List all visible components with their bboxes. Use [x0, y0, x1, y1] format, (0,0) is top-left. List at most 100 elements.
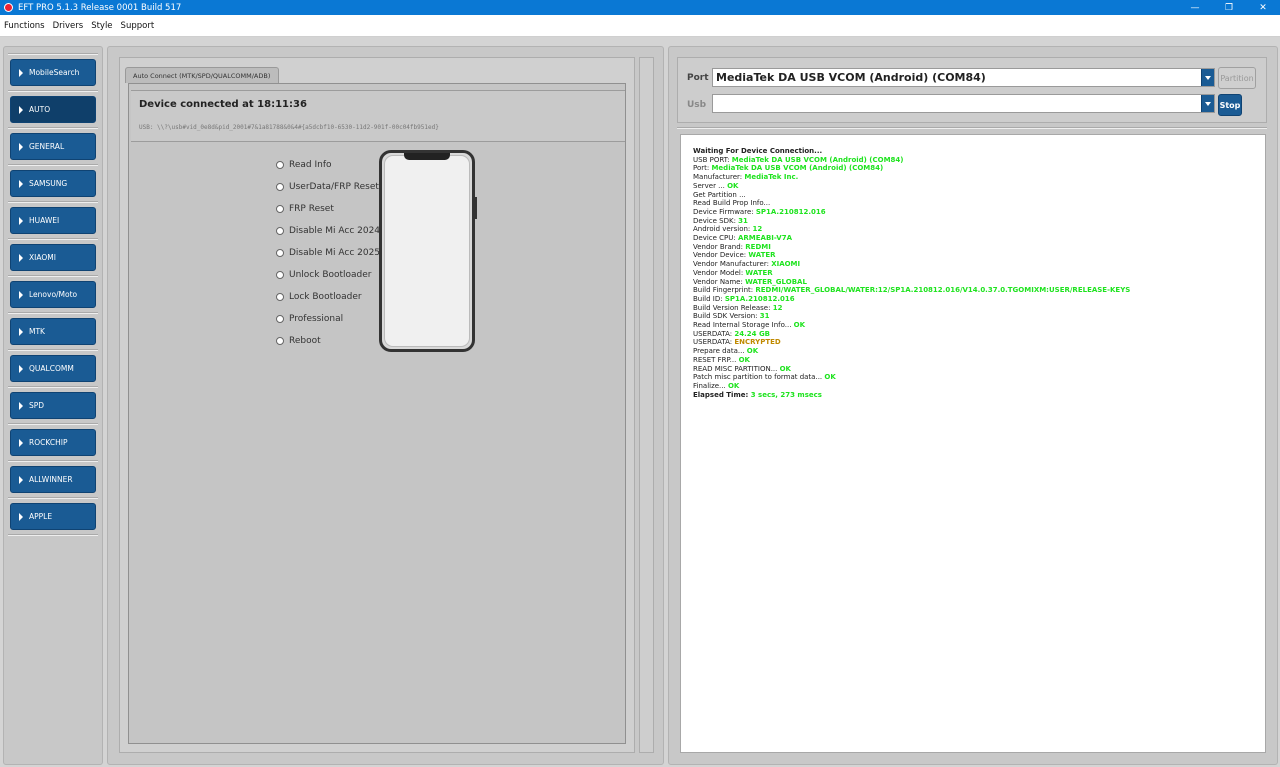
option-userdata-frp-reset[interactable]: UserData/FRP Reset [276, 176, 386, 198]
sidebar-item-label: QUALCOMM [29, 364, 74, 373]
radio-button[interactable] [276, 315, 284, 323]
sidebar-item-label: AUTO [29, 105, 51, 114]
stop-button[interactable]: Stop [1218, 94, 1242, 116]
chevron-down-icon[interactable] [1201, 95, 1214, 112]
radio-button[interactable] [276, 183, 284, 191]
radio-button[interactable] [276, 249, 284, 257]
sidebar-separator [8, 164, 98, 166]
log-key: Vendor Model: [693, 268, 746, 277]
menu-support[interactable]: Support [121, 21, 155, 31]
device-connected-title: Device connected at 18:11:36 [139, 99, 307, 110]
log-key: USB PORT: [693, 155, 732, 164]
log-value: WATER [748, 251, 776, 260]
option-label: UserData/FRP Reset [289, 182, 379, 192]
log-value: MediaTek DA USB VCOM (Android) (COM84) [711, 164, 884, 173]
option-unlock-bootloader[interactable]: Unlock Bootloader [276, 264, 386, 286]
partition-button[interactable]: Partition [1218, 67, 1256, 89]
log-output[interactable]: Waiting For Device Connection... USB PORT… [680, 134, 1266, 753]
log-line: Server ... OK [693, 182, 1265, 191]
center-scrollbar[interactable] [639, 57, 654, 753]
sidebar-item-label: APPLE [29, 512, 53, 521]
sidebar-item-samsung[interactable]: SAMSUNG [10, 170, 96, 197]
log-value: 12 [772, 303, 783, 312]
option-label: Disable Mi Acc 2025 [289, 248, 381, 258]
sidebar-separator [8, 460, 98, 462]
sidebar-item-lenovo-moto[interactable]: Lenovo/Moto [10, 281, 96, 308]
sidebar-separator [8, 53, 98, 55]
usb-combobox[interactable] [712, 94, 1215, 113]
log-line: Device SDK: 31 [693, 217, 1265, 226]
sidebar-item-mtk[interactable]: MTK [10, 318, 96, 345]
log-value: SP1A.210812.016 [724, 294, 795, 303]
log-key: Vendor Brand: [693, 242, 746, 251]
phone-illustration [379, 150, 477, 352]
log-key: Android version: [693, 225, 753, 234]
log-key: Read Internal Storage Info... [693, 321, 794, 330]
sidebar-item-auto[interactable]: AUTO [10, 96, 96, 123]
triangle-right-icon [19, 216, 23, 225]
log-line: USERDATA: 24.24 GB [693, 330, 1265, 339]
log-line: Waiting For Device Connection... [693, 147, 1265, 156]
port-selector: Port MediaTek DA USB VCOM (Android) (COM… [677, 57, 1267, 123]
sidebar-item-spd[interactable]: SPD [10, 392, 96, 419]
radio-button[interactable] [276, 161, 284, 169]
log-key: Device SDK: [693, 216, 739, 225]
chevron-down-icon[interactable] [1201, 69, 1214, 86]
option-frp-reset[interactable]: FRP Reset [276, 198, 386, 220]
menu-bar: Functions Drivers Style Support [0, 15, 1280, 37]
option-label: FRP Reset [289, 204, 334, 214]
sidebar-item-general[interactable]: GENERAL [10, 133, 96, 160]
log-line: Build Fingerprint: REDMI/WATER_GLOBAL/WA… [693, 286, 1265, 295]
phone-side-key [475, 197, 477, 219]
radio-button[interactable] [276, 205, 284, 213]
menu-drivers[interactable]: Drivers [53, 21, 84, 31]
log-key: Build SDK Version: [693, 312, 760, 321]
sidebar-item-mobilesearch[interactable]: MobileSearch [10, 59, 96, 86]
log-value: OK [727, 181, 739, 190]
auto-connect-body: Device connected at 18:11:36 USB: \\?\us… [128, 83, 626, 744]
log-line: Vendor Manufacturer: XIAOMI [693, 260, 1265, 269]
log-line: Vendor Brand: REDMI [693, 243, 1265, 252]
sidebar-separator [8, 127, 98, 129]
triangle-right-icon [19, 364, 23, 373]
option-professional[interactable]: Professional [276, 308, 386, 330]
sidebar-item-apple[interactable]: APPLE [10, 503, 96, 530]
option-disable-mi-acc-2025[interactable]: Disable Mi Acc 2025 [276, 242, 386, 264]
sidebar-item-xiaomi[interactable]: XIAOMI [10, 244, 96, 271]
log-line: Patch misc partition to format data... O… [693, 373, 1265, 382]
option-read-info[interactable]: Read Info [276, 154, 386, 176]
log-value: MediaTek Inc. [744, 173, 799, 182]
port-label: Port [687, 73, 709, 83]
log-line: Device Firmware: SP1A.210812.016 [693, 208, 1265, 217]
option-reboot[interactable]: Reboot [276, 330, 386, 352]
minimize-icon[interactable]: — [1178, 0, 1212, 15]
sidebar-item-allwinner[interactable]: ALLWINNER [10, 466, 96, 493]
sidebar-item-label: GENERAL [29, 142, 65, 151]
port-combobox[interactable]: MediaTek DA USB VCOM (Android) (COM84) [712, 68, 1215, 87]
radio-button[interactable] [276, 293, 284, 301]
radio-button[interactable] [276, 227, 284, 235]
log-line: Vendor Name: WATER_GLOBAL [693, 278, 1265, 287]
log-line: Android version: 12 [693, 225, 1265, 234]
option-label: Disable Mi Acc 2024 [289, 226, 381, 236]
option-disable-mi-acc-2024[interactable]: Disable Mi Acc 2024 [276, 220, 386, 242]
sidebar-separator [8, 423, 98, 425]
radio-button[interactable] [276, 337, 284, 345]
maximize-icon[interactable]: ❐ [1212, 0, 1246, 15]
menu-functions[interactable]: Functions [4, 21, 45, 31]
radio-button[interactable] [276, 271, 284, 279]
log-value: OK [727, 381, 740, 390]
option-label: Reboot [289, 336, 321, 346]
tab-auto-connect[interactable]: Auto Connect (MTK/SPD/QUALCOMM/ADB) [125, 67, 279, 83]
sidebar-item-rockchip[interactable]: ROCKCHIP [10, 429, 96, 456]
option-lock-bootloader[interactable]: Lock Bootloader [276, 286, 386, 308]
sidebar-item-qualcomm[interactable]: QUALCOMM [10, 355, 96, 382]
sidebar-separator [8, 238, 98, 240]
log-line: Read Build Prop Info... [693, 199, 1265, 208]
menu-style[interactable]: Style [91, 21, 112, 31]
log-key: Waiting For Device Connection... [693, 147, 823, 155]
log-line: RESET FRP... OK [693, 356, 1265, 365]
sidebar-item-huawei[interactable]: HUAWEI [10, 207, 96, 234]
log-key: Prepare data... [693, 347, 747, 356]
close-icon[interactable]: ✕ [1246, 0, 1280, 15]
